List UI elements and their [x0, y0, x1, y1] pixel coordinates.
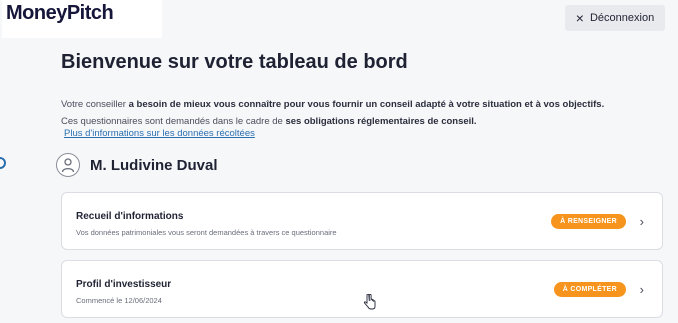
hand-cursor-icon [364, 294, 376, 310]
user-header: M. Ludivine Duval [56, 153, 218, 177]
chevron-right-icon: › [639, 282, 644, 297]
intro-text: Votre conseiller a besoin de mieux vous … [61, 96, 661, 130]
intro-line-1: Votre conseiller a besoin de mieux vous … [61, 99, 605, 110]
card-subtitle: Commencé le 12/06/2024 [76, 296, 162, 305]
page-title: Bienvenue sur votre tableau de bord [61, 51, 408, 73]
brand-logo[interactable]: MoneyPitch [2, 0, 162, 38]
brand-name: MoneyPitch [6, 2, 114, 24]
card-subtitle: Vos données patrimoniales vous seront de… [76, 228, 337, 237]
logout-label: Déconnexion [589, 12, 655, 24]
status-badge: À RENSEIGNER [551, 214, 626, 229]
side-indicator-icon [0, 157, 6, 169]
chevron-right-icon: › [639, 214, 644, 229]
user-icon [56, 153, 80, 177]
questionnaire-card-recueil[interactable]: Recueil d'informations Vos données patri… [61, 192, 663, 250]
questionnaire-card-profil[interactable]: Profil d'investisseur Commencé le 12/06/… [61, 260, 663, 318]
card-title: Profil d'investisseur [76, 279, 172, 290]
data-info-link[interactable]: Plus d'informations sur les données réco… [64, 128, 255, 139]
status-badge: À COMPLÉTER [553, 282, 626, 297]
close-icon: × [575, 10, 584, 26]
user-name: M. Ludivine Duval [90, 156, 218, 174]
top-bar: MoneyPitch × Déconnexion [0, 0, 678, 38]
card-title: Recueil d'informations [76, 211, 184, 222]
logout-button[interactable]: × Déconnexion [565, 5, 665, 31]
